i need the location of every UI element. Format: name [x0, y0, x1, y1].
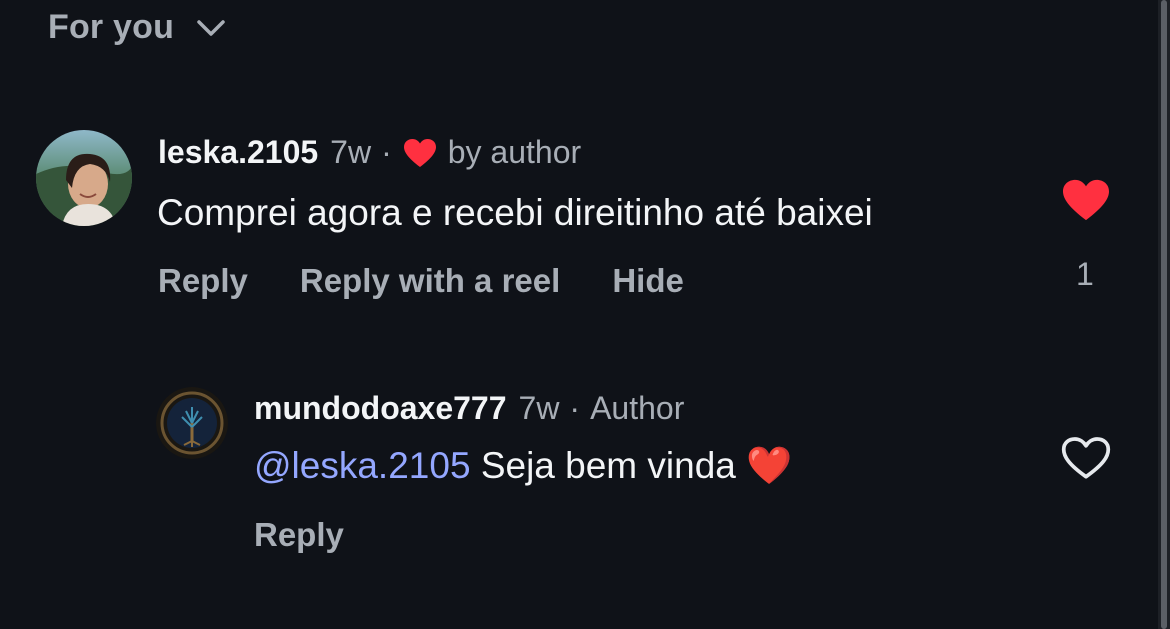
reply-with-reel-button[interactable]: Reply with a reel: [300, 262, 560, 300]
chevron-down-icon: [197, 19, 225, 36]
red-heart-emoji: ❤️: [746, 445, 793, 486]
comment-header: leska.2105 7w · by author: [158, 134, 581, 171]
like-button[interactable]: [1060, 177, 1112, 228]
reply-actions: Reply: [254, 516, 344, 554]
reply-text-line: @leska.2105 Seja bem vinda ❤️: [254, 445, 792, 488]
avatar[interactable]: [156, 387, 228, 459]
reply-button[interactable]: Reply: [158, 262, 248, 300]
like-button[interactable]: [1060, 435, 1112, 486]
hide-button[interactable]: Hide: [612, 262, 684, 300]
separator-dot: ·: [381, 134, 392, 170]
reply-header: mundodoaxe777 7w · Author: [254, 390, 684, 427]
avatar[interactable]: [36, 130, 132, 226]
liked-by-author-label: by author: [447, 134, 582, 170]
author-badge: Author: [590, 390, 685, 426]
comments-screen: For you leska.2105 7w · by author Compre…: [0, 0, 1170, 629]
comment-text: Comprei agora e recebi direitinho até ba…: [157, 192, 873, 233]
reply-button[interactable]: Reply: [254, 516, 344, 554]
heart-filled-icon: [1063, 179, 1109, 221]
comment-actions: Reply Reply with a reel Hide: [158, 262, 684, 300]
mention-link[interactable]: @leska.2105: [254, 445, 471, 486]
tree-logo-icon: [156, 387, 228, 459]
heart-filled-icon: [403, 138, 436, 167]
avatar-photo-icon: [36, 130, 132, 226]
reply-username[interactable]: mundodoaxe777: [254, 390, 507, 427]
like-count: 1: [1076, 256, 1094, 292]
reply-age: 7w: [518, 390, 560, 426]
reply-text: Seja bem vinda: [480, 445, 736, 486]
scrollbar[interactable]: [1158, 0, 1170, 629]
sort-selector[interactable]: For you: [48, 8, 226, 47]
sort-label: For you: [48, 8, 175, 46]
comment-username[interactable]: leska.2105: [158, 134, 318, 171]
scrollbar-thumb[interactable]: [1161, 0, 1167, 629]
comment-age: 7w: [330, 134, 372, 170]
separator-dot: ·: [569, 390, 581, 426]
heart-outline-icon: [1061, 437, 1111, 479]
